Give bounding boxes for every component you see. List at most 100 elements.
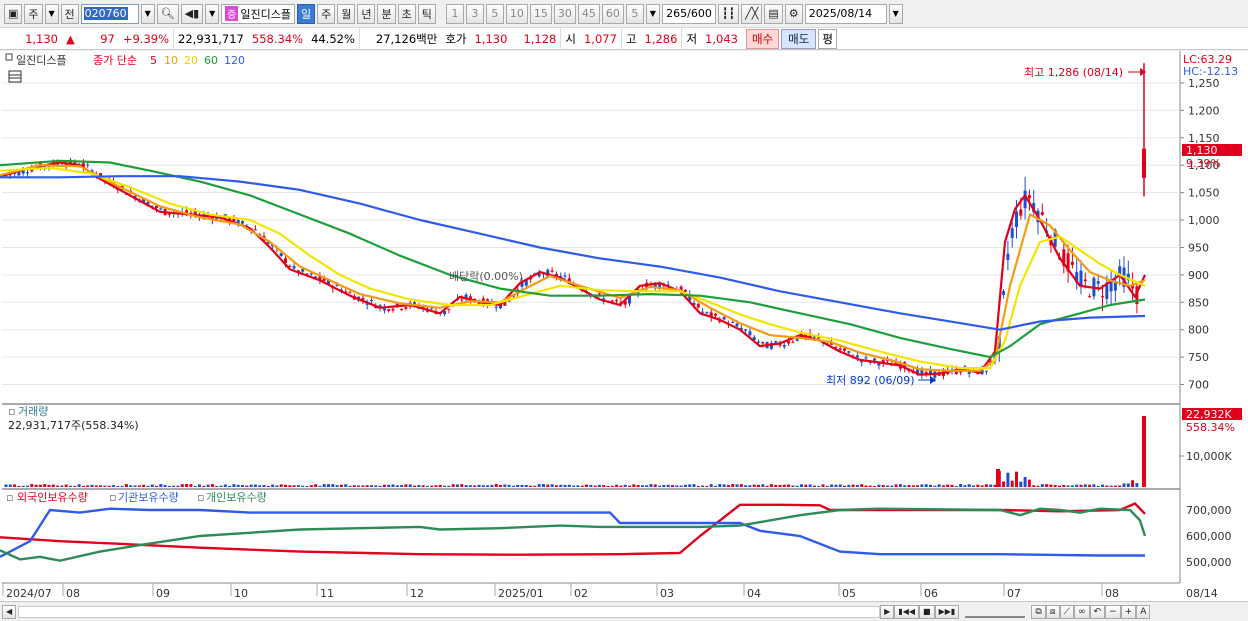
volume-bar — [365, 485, 369, 487]
link-icon[interactable]: ∞ — [1074, 604, 1090, 619]
volume-bar — [550, 484, 554, 487]
buy-button[interactable]: 매수 — [745, 28, 780, 49]
chart-scroll-bar[interactable]: ◀ ▶ ▮◀◀ ■ ▶▶▮ ⧉ ⧈ ⟋ ∞ ↶ − + A — [0, 601, 1248, 621]
font-size-icon[interactable]: A — [1136, 604, 1151, 619]
price-axis-label: 1,050 — [1188, 187, 1220, 200]
undo-icon[interactable]: ↶ — [1089, 604, 1106, 619]
volume-bar — [391, 484, 395, 487]
date-dropdown-icon[interactable]: ▼ — [888, 3, 903, 24]
candle-body — [550, 270, 554, 272]
scroll-left-icon[interactable]: ◀ — [2, 604, 17, 619]
volume-bar — [322, 484, 326, 487]
volume-bar — [855, 485, 859, 487]
volume-bar — [524, 485, 528, 487]
volume-bar — [774, 484, 778, 487]
volume-bar — [533, 485, 537, 487]
candle-body — [731, 322, 735, 324]
interval-button-3[interactable]: 3 — [465, 3, 484, 24]
volume-bar — [155, 485, 158, 487]
compare-icon[interactable]: ⧈ — [1045, 604, 1060, 619]
stop-icon[interactable]: ■ — [919, 604, 935, 619]
interval-button-15[interactable]: 15 — [529, 3, 552, 24]
trend-icon[interactable]: ⟋ — [1059, 604, 1075, 619]
period-tab-year[interactable]: 년 — [357, 3, 376, 24]
volume-bar — [395, 485, 399, 487]
candle-body — [774, 341, 778, 343]
scroll-track[interactable] — [18, 605, 881, 618]
go-first-icon[interactable]: ▮◀◀ — [894, 604, 920, 619]
interval-button-10[interactable]: 10 — [505, 3, 528, 24]
volume-bar — [468, 485, 472, 487]
zoom-slider[interactable] — [965, 606, 1026, 618]
sell-button[interactable]: 매도 — [781, 28, 817, 49]
bar-count-field[interactable]: 265/600 — [661, 3, 716, 24]
volume-bar — [382, 484, 386, 487]
scroll-right-icon[interactable]: ▶ — [880, 604, 895, 619]
stock-code-dropdown-icon[interactable]: ▼ — [140, 3, 155, 24]
volume-bar — [679, 485, 683, 487]
volume-bar — [800, 484, 803, 487]
layout-icon[interactable]: ⧉ — [1031, 604, 1046, 619]
volume-bar — [13, 484, 17, 487]
candle-type-icon[interactable]: ┇┇ — [717, 3, 740, 24]
speaker-icon[interactable]: ◀▮ — [180, 3, 204, 24]
volume-bar — [1135, 483, 1139, 487]
low-price: 1,043 — [705, 31, 738, 46]
print-icon[interactable]: ▤ — [764, 3, 783, 24]
legend-ma-prefix: 종가 단순 — [93, 54, 137, 67]
go-last-icon[interactable]: ▶▶▮ — [934, 604, 960, 619]
data-table-icon[interactable] — [8, 70, 22, 83]
interval-button-60[interactable]: 60 — [601, 3, 624, 24]
volume-bar — [116, 485, 120, 487]
volume-bar — [236, 484, 240, 487]
plus-icon[interactable]: + — [1120, 604, 1137, 619]
market-type-button[interactable]: 주 — [24, 3, 43, 24]
stock-code-input[interactable]: 020760 — [80, 3, 139, 24]
market-type-dropdown-icon[interactable]: ▼ — [44, 3, 59, 24]
period-tab-month[interactable]: 월 — [337, 3, 356, 24]
draw-tool-icon[interactable]: ╱╳ — [741, 3, 763, 24]
candle-body — [705, 311, 709, 313]
window-menu-icon[interactable]: ▣ — [4, 3, 23, 24]
date-field[interactable]: 2025/08/14 — [804, 3, 887, 24]
period-tab-day[interactable]: 일 — [296, 3, 316, 24]
candle-body — [279, 253, 283, 257]
volume-bar — [1088, 484, 1092, 487]
volume-bar — [838, 484, 842, 487]
interval-button-1[interactable]: 1 — [445, 3, 464, 24]
volume-bar — [1126, 483, 1130, 487]
volume-bar — [658, 485, 662, 487]
interval-value[interactable]: 5 — [625, 3, 644, 24]
period-tab-second[interactable]: 초 — [397, 3, 416, 24]
volume-bar — [47, 484, 51, 487]
volume-bar — [662, 485, 666, 487]
volume-bar — [898, 484, 902, 487]
period-tab-week[interactable]: 주 — [317, 3, 336, 24]
candle-body — [1101, 296, 1104, 298]
high-marker-label: 최고 1,286 (08/14) — [1024, 66, 1123, 79]
stock-chart[interactable]: 1,2501,2001,1501,1001,0501,0009509008508… — [0, 51, 1248, 603]
interval-button-5[interactable]: 5 — [485, 3, 504, 24]
interval-dropdown-icon[interactable]: ▼ — [645, 3, 660, 24]
volume-bar — [718, 484, 722, 487]
bar-total: /600 — [687, 7, 712, 20]
average-button[interactable]: 평 — [818, 28, 837, 49]
interval-button-45[interactable]: 45 — [577, 3, 600, 24]
period-tab-tick[interactable]: 틱 — [417, 3, 436, 24]
period-tab-minute[interactable]: 분 — [377, 3, 396, 24]
volume-bar — [507, 484, 511, 487]
volume-bar — [249, 484, 253, 487]
volume-bar — [911, 485, 915, 487]
x-axis-label: 04 — [747, 587, 761, 600]
prev-button[interactable]: 전 — [60, 3, 79, 24]
volume-bar — [51, 484, 55, 487]
settings-gear-icon[interactable]: ⚙ — [784, 3, 803, 24]
volume-bar — [77, 484, 81, 487]
volume-bar — [94, 485, 98, 487]
candle-body — [167, 213, 171, 215]
interval-button-30[interactable]: 30 — [553, 3, 576, 24]
search-icon[interactable]: 🔍︎ — [156, 3, 179, 24]
speaker-dropdown-icon[interactable]: ▼ — [205, 3, 220, 24]
minus-icon[interactable]: − — [1105, 604, 1121, 619]
volume-bar — [206, 484, 210, 487]
